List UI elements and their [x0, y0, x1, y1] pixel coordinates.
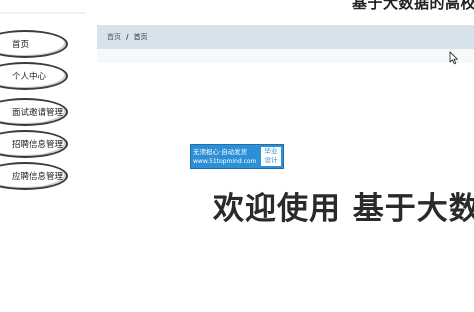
sidebar-item-label: 个人中心	[12, 72, 47, 82]
sidebar-item-recruitment-info[interactable]: 招聘信息管理	[0, 130, 68, 158]
sidebar-item-application-info[interactable]: 应聘信息管理	[0, 162, 68, 190]
sidebar-item-label: 面试邀请管理	[12, 108, 64, 118]
watermark-side-label: 毕业 设计	[261, 147, 281, 166]
sidebar-item-label: 应聘信息管理	[12, 172, 64, 182]
sidebar-item-label: 首页	[12, 40, 30, 50]
sidebar-item-personal-center[interactable]: 个人中心	[0, 62, 68, 90]
system-title: 基于大数据的高校就业	[352, 0, 474, 12]
breadcrumb-current: 首页	[133, 33, 148, 41]
content-strip	[97, 49, 474, 63]
watermark-url: www.51topmind.com	[193, 158, 257, 165]
breadcrumb-separator: /	[126, 33, 129, 41]
breadcrumb: 首页 / 首页	[107, 32, 148, 42]
sidebar-item-interview-invitation[interactable]: 面试邀请管理	[0, 98, 68, 126]
sidebar-item-home[interactable]: 首页	[0, 30, 68, 58]
watermark-side-top: 毕业	[264, 147, 278, 155]
sidebar-item-label: 招聘信息管理	[12, 140, 64, 150]
breadcrumb-bar: 首页 / 首页	[97, 25, 474, 49]
sidebar: 首页 个人中心 面试邀请管理 招聘信息管理 应聘信息管理	[0, 26, 82, 206]
watermark-badge: 无须担心·自动发货 www.51topmind.com 毕业 设计	[190, 144, 284, 169]
watermark-text-block: 无须担心·自动发货 www.51topmind.com	[193, 147, 261, 167]
header-divider	[0, 12, 86, 14]
page: 基于大数据的高校就业 首页 个人中心 面试邀请管理 招聘信息管理 应聘信息管理 …	[0, 0, 474, 312]
welcome-heading: 欢迎使用 基于大数据的高校就业	[213, 191, 474, 227]
watermark-side-bottom: 设计	[264, 156, 278, 164]
watermark-slogan: 无须担心·自动发货	[193, 148, 248, 156]
mouse-cursor-icon	[449, 51, 458, 65]
breadcrumb-home-link[interactable]: 首页	[107, 33, 121, 41]
